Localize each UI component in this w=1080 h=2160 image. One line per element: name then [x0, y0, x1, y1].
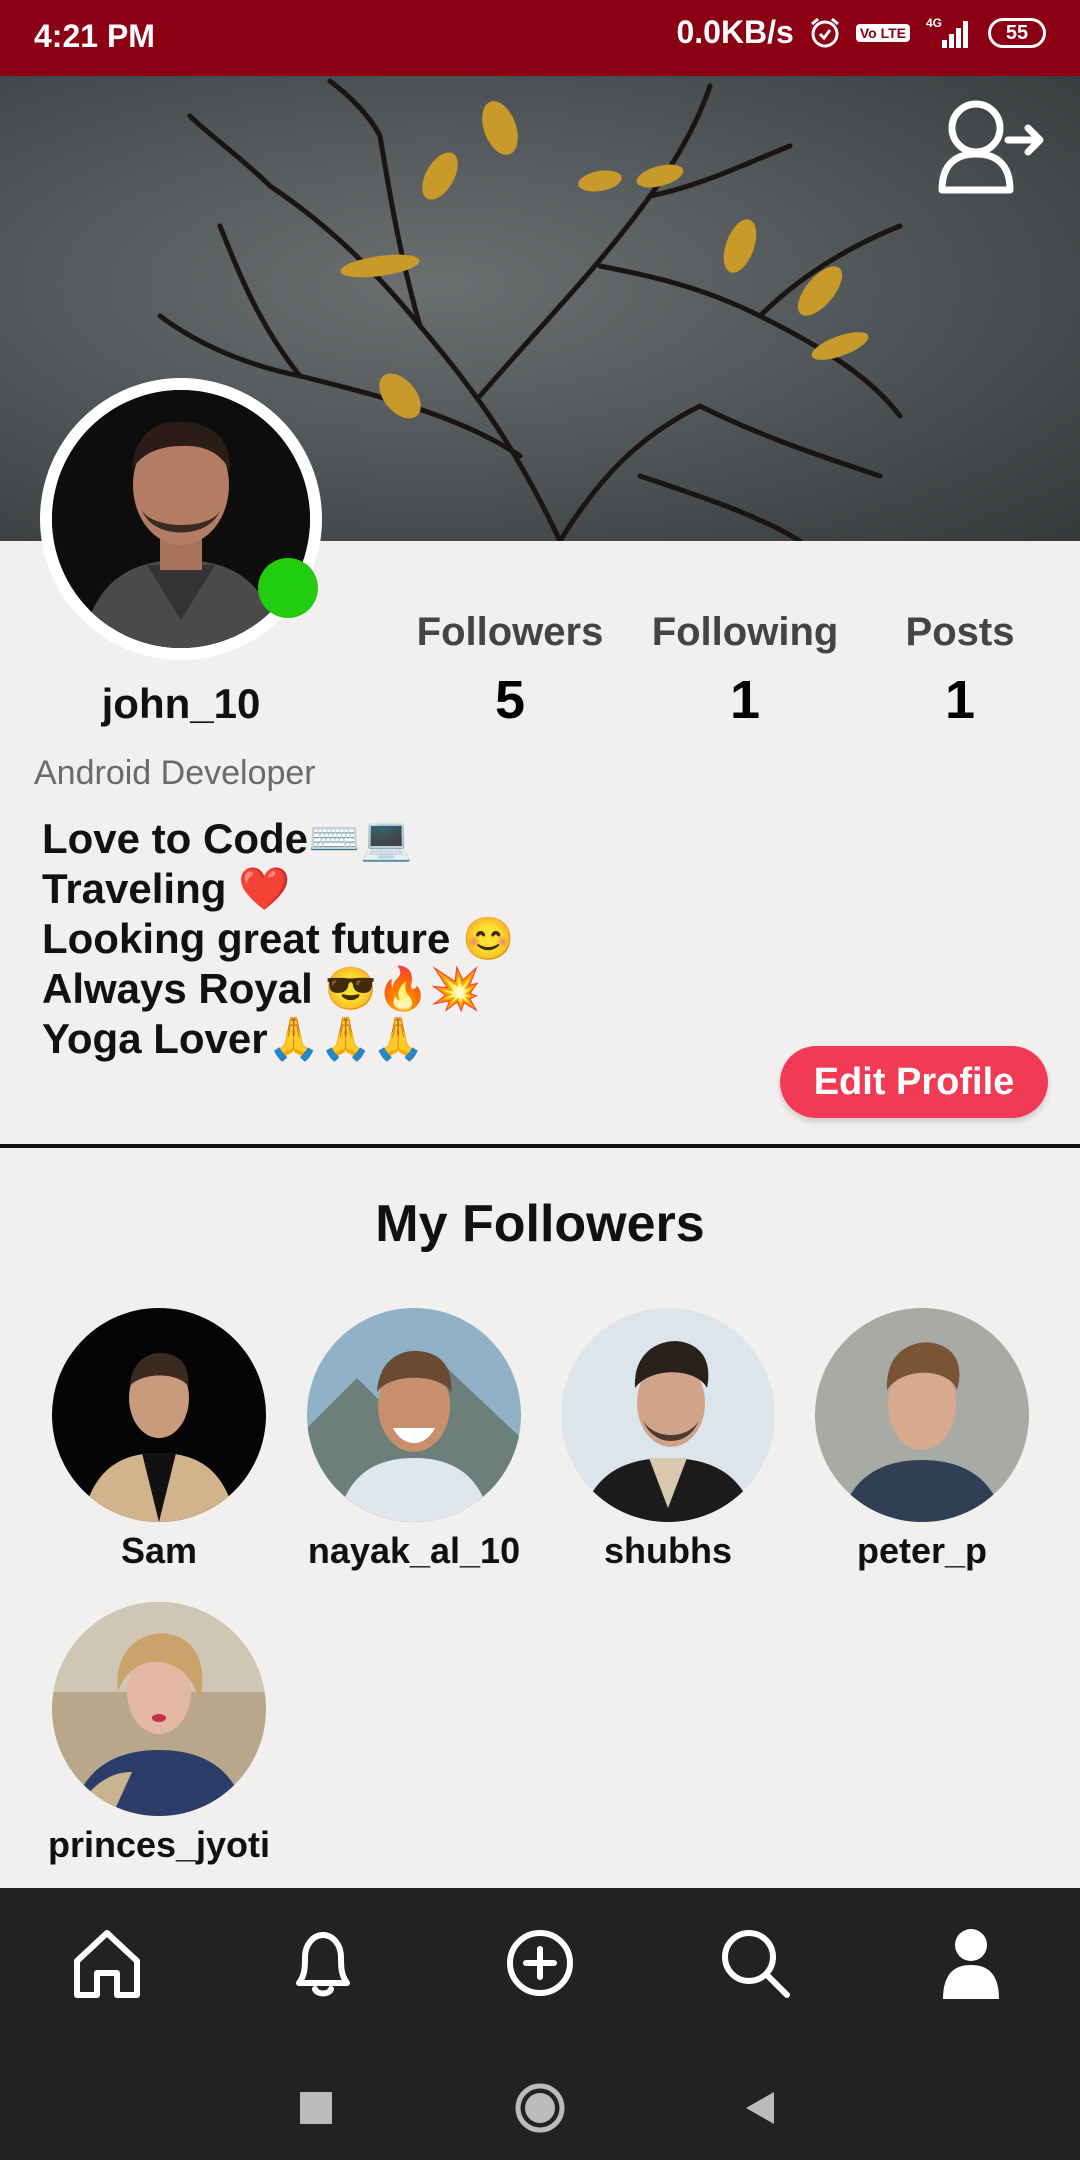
follower-item[interactable]: peter_p [792, 1308, 1052, 1572]
profile-bio: Love to Code⌨️💻 Traveling ❤️ Looking gre… [42, 814, 514, 1064]
nav-notifications[interactable] [278, 1918, 368, 2008]
follower-name: nayak_al_10 [307, 1530, 521, 1571]
nav-home[interactable] [62, 1918, 152, 2008]
follower-avatar [561, 1308, 775, 1522]
home-icon [74, 1930, 140, 1998]
online-status-dot [258, 558, 318, 618]
nav-search[interactable] [710, 1918, 800, 2008]
following-stat[interactable]: Following 1 [645, 610, 845, 731]
profile-stats: Followers 5 Following 1 Posts 1 [410, 610, 1050, 740]
bottom-navigation [0, 1888, 1080, 2160]
section-divider [0, 1144, 1080, 1148]
bell-icon [296, 1932, 350, 1997]
following-label: Following [651, 610, 839, 654]
follower-name: peter_p [856, 1530, 988, 1571]
posts-count: 1 [944, 670, 976, 730]
system-home-button[interactable] [510, 2078, 570, 2138]
status-bar: 4:21 PM 0.0KB/s Vo LTE 4G 55 [0, 0, 1080, 76]
add-circle-icon [507, 1930, 573, 1996]
nav-add-post[interactable] [495, 1918, 585, 2008]
recents-square-icon [300, 2092, 332, 2124]
nav-profile[interactable] [926, 1918, 1016, 2008]
follower-item[interactable]: shubhs [538, 1308, 798, 1572]
profile-avatar[interactable] [40, 378, 322, 660]
system-recents-button[interactable] [286, 2078, 346, 2138]
follower-name: shubhs [603, 1530, 732, 1571]
svg-text:4G: 4G [926, 16, 942, 30]
profile-icon [943, 1929, 999, 1999]
posts-label: Posts [905, 610, 1015, 654]
profile-job-title: Android Developer [34, 754, 316, 792]
status-icons: 0.0KB/s Vo LTE 4G 55 [676, 14, 1046, 51]
battery-icon: 55 [988, 17, 1046, 48]
follower-name: princes_jyoti [47, 1824, 271, 1865]
follower-name: Sam [120, 1530, 198, 1571]
user-logout-icon [938, 100, 1044, 194]
search-icon [722, 1930, 790, 1998]
bio-line: Yoga Lover🙏🙏🙏 [42, 1015, 425, 1062]
edit-profile-button[interactable]: Edit Profile [780, 1046, 1048, 1118]
bio-line: Always Royal 😎🔥💥 [42, 965, 482, 1012]
status-time: 4:21 PM [34, 18, 155, 54]
follower-item[interactable]: nayak_al_10 [284, 1308, 544, 1572]
followers-label: Followers [416, 610, 604, 654]
bio-line: Looking great future 😊 [42, 915, 515, 962]
follower-avatar [52, 1308, 266, 1522]
back-triangle-icon [746, 2092, 774, 2124]
net-speed: 0.0KB/s [676, 14, 794, 50]
followers-stat[interactable]: Followers 5 [410, 610, 610, 731]
following-count: 1 [729, 670, 761, 730]
follower-avatar [52, 1602, 266, 1816]
home-circle-icon [515, 2083, 565, 2133]
followers-section-title: My Followers [375, 1195, 705, 1253]
follower-item[interactable]: princes_jyoti [29, 1602, 289, 1866]
follower-avatar [307, 1308, 521, 1522]
alarm-icon [808, 16, 842, 50]
system-back-button[interactable] [730, 2078, 790, 2138]
follower-avatar [815, 1308, 1029, 1522]
followers-count: 5 [494, 670, 526, 730]
bio-line: Traveling ❤️ [42, 865, 291, 912]
bio-line: Love to Code⌨️💻 [42, 815, 413, 862]
profile-username: john_10 [101, 680, 261, 727]
signal-icon: 4G [924, 16, 974, 50]
follower-item[interactable]: Sam [29, 1308, 289, 1572]
volte-icon: Vo LTE [855, 23, 910, 42]
logout-button[interactable] [936, 98, 1046, 198]
posts-stat[interactable]: Posts 1 [860, 610, 1060, 731]
